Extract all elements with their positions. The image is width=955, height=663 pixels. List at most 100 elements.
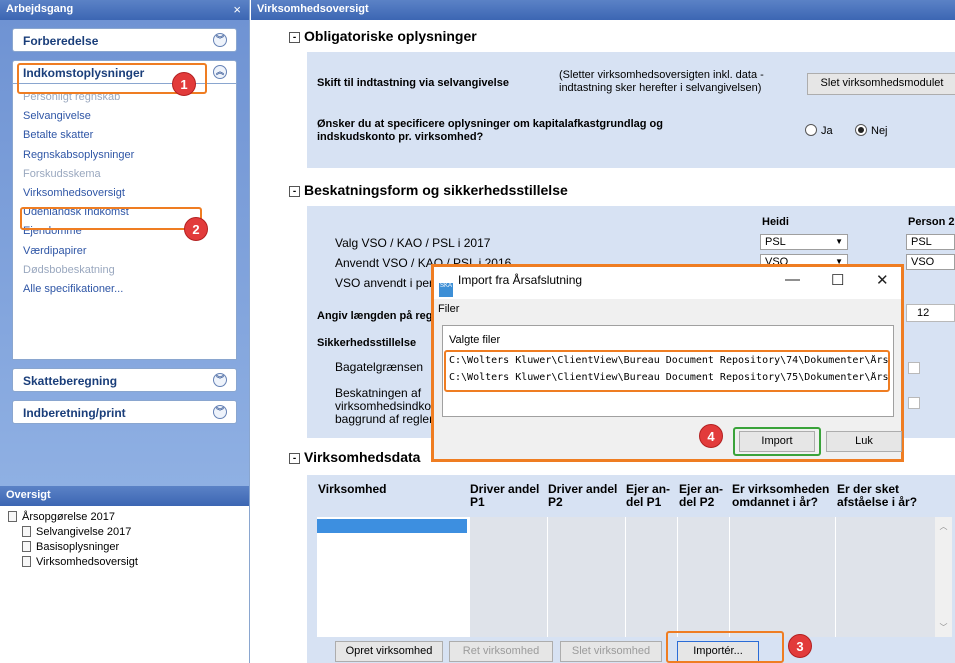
- group-indberetning-print[interactable]: Indberetning/print ︾: [12, 400, 237, 424]
- radio-ja[interactable]: Ja: [805, 124, 833, 137]
- anvendt-person2-select[interactable]: VSO: [906, 254, 955, 270]
- chevron-down-icon[interactable]: ︾: [213, 33, 227, 47]
- nav-item-betalte-skatter[interactable]: Betalte skatter: [23, 126, 236, 145]
- dialog-titlebar: SKA Import fra Årsafslutning: [439, 273, 582, 297]
- grid-header-driver-p1: Driver andel P1: [470, 482, 540, 509]
- grid-col: [729, 517, 835, 637]
- overview-header: Oversigt: [0, 486, 249, 506]
- tree-label: Årsopgørelse 2017: [22, 511, 115, 523]
- document-icon: [22, 541, 31, 552]
- section-beskatningsform[interactable]: - Beskatningsform og sikkerhedsstillelse: [289, 182, 568, 198]
- maximize-icon[interactable]: ☐: [831, 271, 844, 289]
- scroll-up-icon[interactable]: ︿: [935, 517, 952, 532]
- app-logo-icon: SKA: [439, 283, 453, 297]
- step-badge-3: 3: [788, 634, 812, 658]
- grid-body: ︿ ﹀: [317, 517, 952, 637]
- grid-col: [677, 517, 729, 637]
- collapse-icon[interactable]: -: [289, 453, 300, 464]
- tree-item-selvangivelse[interactable]: Selvangivelse 2017: [8, 525, 249, 540]
- radio-nej-label: Nej: [871, 125, 888, 137]
- valg-heidi-select[interactable]: PSL ▼: [760, 234, 848, 250]
- filer-label: Filer: [438, 303, 460, 315]
- file-row[interactable]: C:\Wolters Kluwer\ClientView\Bureau Docu…: [449, 372, 889, 383]
- grid-col: [835, 517, 935, 637]
- tree-label: Selvangivelse 2017: [36, 526, 132, 538]
- import-button[interactable]: Import: [739, 431, 815, 452]
- section-title: Obligatoriske oplysninger: [304, 28, 477, 44]
- grid-scrollbar[interactable]: ︿ ﹀: [935, 517, 952, 637]
- dialog-body: Filer Valgte filer C:\Wolters Kluwer\Cli…: [434, 299, 902, 459]
- close-icon[interactable]: ✕: [876, 271, 889, 289]
- section-obligatoriske[interactable]: - Obligatoriske oplysninger: [289, 28, 477, 44]
- dialog-title: Import fra Årsafslutning: [458, 273, 583, 287]
- specificere-question: Ønsker du at specificere oplysninger om …: [317, 118, 663, 143]
- section-virksomhedsdata[interactable]: - Virksomhedsdata: [289, 449, 420, 465]
- workflow-header: Arbejdsgang ×: [0, 0, 249, 20]
- nav-item-regnskabsoplysninger[interactable]: Regnskabsoplysninger: [23, 146, 236, 165]
- grid-header-ejer-p2: Ejer an-del P2: [679, 482, 724, 509]
- col-person2: Person 2: [908, 216, 955, 228]
- document-icon: [22, 556, 31, 567]
- tree-item-virksomhedsoversigt[interactable]: Virksomhedsoversigt: [8, 555, 249, 570]
- close-icon[interactable]: ×: [233, 2, 241, 17]
- nav-item-selvangivelse[interactable]: Selvangivelse: [23, 107, 236, 126]
- collapse-icon[interactable]: -: [289, 186, 300, 197]
- step-badge-4: 4: [699, 424, 723, 448]
- grid-header-ejer-p1: Ejer an-del P1: [626, 482, 671, 509]
- radio-nej-icon[interactable]: [855, 124, 867, 136]
- beskat-checkbox[interactable]: [908, 397, 920, 409]
- tree-item-basisoplysninger[interactable]: Basisoplysninger: [8, 540, 249, 555]
- workflow-title: Arbejdsgang: [6, 3, 74, 15]
- main-title: Virksomhedsoversigt: [257, 3, 369, 15]
- nav-item-dodsbobeskatning[interactable]: Dødsbobeskatning: [23, 261, 236, 280]
- highlight-importer: [666, 631, 784, 663]
- nav-item-vaerdipapirer[interactable]: Værdipapirer: [23, 242, 236, 261]
- file-list[interactable]: Valgte filer C:\Wolters Kluwer\ClientVie…: [442, 325, 894, 417]
- grid-header-omdannet: Er virksomheden omdannet i år?: [732, 482, 830, 509]
- step-badge-2: 2: [184, 217, 208, 241]
- chevron-down-icon[interactable]: ︾: [213, 405, 227, 419]
- overview-tree: Årsopgørelse 2017 Selvangivelse 2017 Bas…: [0, 506, 249, 570]
- slet-virksomhedsmodulet-button[interactable]: Slet virksomhedsmodulet: [807, 73, 955, 95]
- chevron-up-icon[interactable]: ︽: [213, 65, 227, 79]
- file-row[interactable]: C:\Wolters Kluwer\ClientView\Bureau Docu…: [449, 355, 889, 366]
- section-title: Virksomhedsdata: [304, 449, 421, 465]
- selected-row[interactable]: [317, 519, 467, 533]
- group-forberedelse[interactable]: Forberedelse ︾: [12, 28, 237, 52]
- col-heidi: Heidi: [762, 216, 789, 228]
- section-title: Beskatningsform og sikkerhedsstillelse: [304, 182, 568, 198]
- skift-label: Skift til indtastning via selvangivelse: [317, 77, 509, 89]
- slet-virksomhed-button[interactable]: Slet virksomhed: [560, 641, 662, 662]
- valg-person2-select[interactable]: PSL: [906, 234, 955, 250]
- opret-virksomhed-button[interactable]: Opret virksomhed: [335, 641, 443, 662]
- radio-nej[interactable]: Nej: [855, 124, 888, 137]
- group-label: Skatteberegning: [23, 374, 118, 388]
- nav-item-forskudsskema[interactable]: Forskudsskema: [23, 165, 236, 184]
- nav-item-alle-specifikationer[interactable]: Alle specifikationer...: [23, 280, 236, 299]
- radio-ja-label: Ja: [821, 125, 833, 137]
- row-valg-label: Valg VSO / KAO / PSL i 2017: [335, 236, 491, 250]
- select-value: VSO: [911, 256, 935, 268]
- radio-ja-icon[interactable]: [805, 124, 817, 136]
- grid-header-virksomhed: Virksomhed: [318, 482, 387, 496]
- highlight-virksomhedsoversigt: [20, 207, 202, 230]
- angiv-value-field[interactable]: 12: [906, 304, 955, 322]
- group-label: Indberetning/print: [23, 406, 126, 420]
- minimize-icon[interactable]: —: [785, 271, 800, 288]
- grid-header-afstaaelse: Er der sket afståelse i år?: [837, 482, 918, 509]
- tree-item-arsopgorelse[interactable]: Årsopgørelse 2017: [8, 510, 249, 525]
- dropdown-icon: ▼: [835, 237, 843, 246]
- scroll-down-icon[interactable]: ﹀: [935, 622, 952, 633]
- document-icon: [22, 526, 31, 537]
- bagatel-label: Bagatelgrænsen: [335, 360, 424, 374]
- chevron-down-icon[interactable]: ︾: [213, 373, 227, 387]
- bagatel-checkbox[interactable]: [908, 362, 920, 374]
- group-skatteberegning[interactable]: Skatteberegning ︾: [12, 368, 237, 392]
- nav-item-virksomhedsoversigt[interactable]: Virksomhedsoversigt: [23, 184, 236, 203]
- collapse-icon[interactable]: -: [289, 32, 300, 43]
- overview-title: Oversigt: [6, 489, 51, 501]
- ret-virksomhed-button[interactable]: Ret virksomhed: [449, 641, 553, 662]
- luk-button[interactable]: Luk: [826, 431, 902, 452]
- import-dialog: SKA Import fra Årsafslutning — ☐ ✕ Filer …: [431, 264, 904, 462]
- grid-col: [625, 517, 677, 637]
